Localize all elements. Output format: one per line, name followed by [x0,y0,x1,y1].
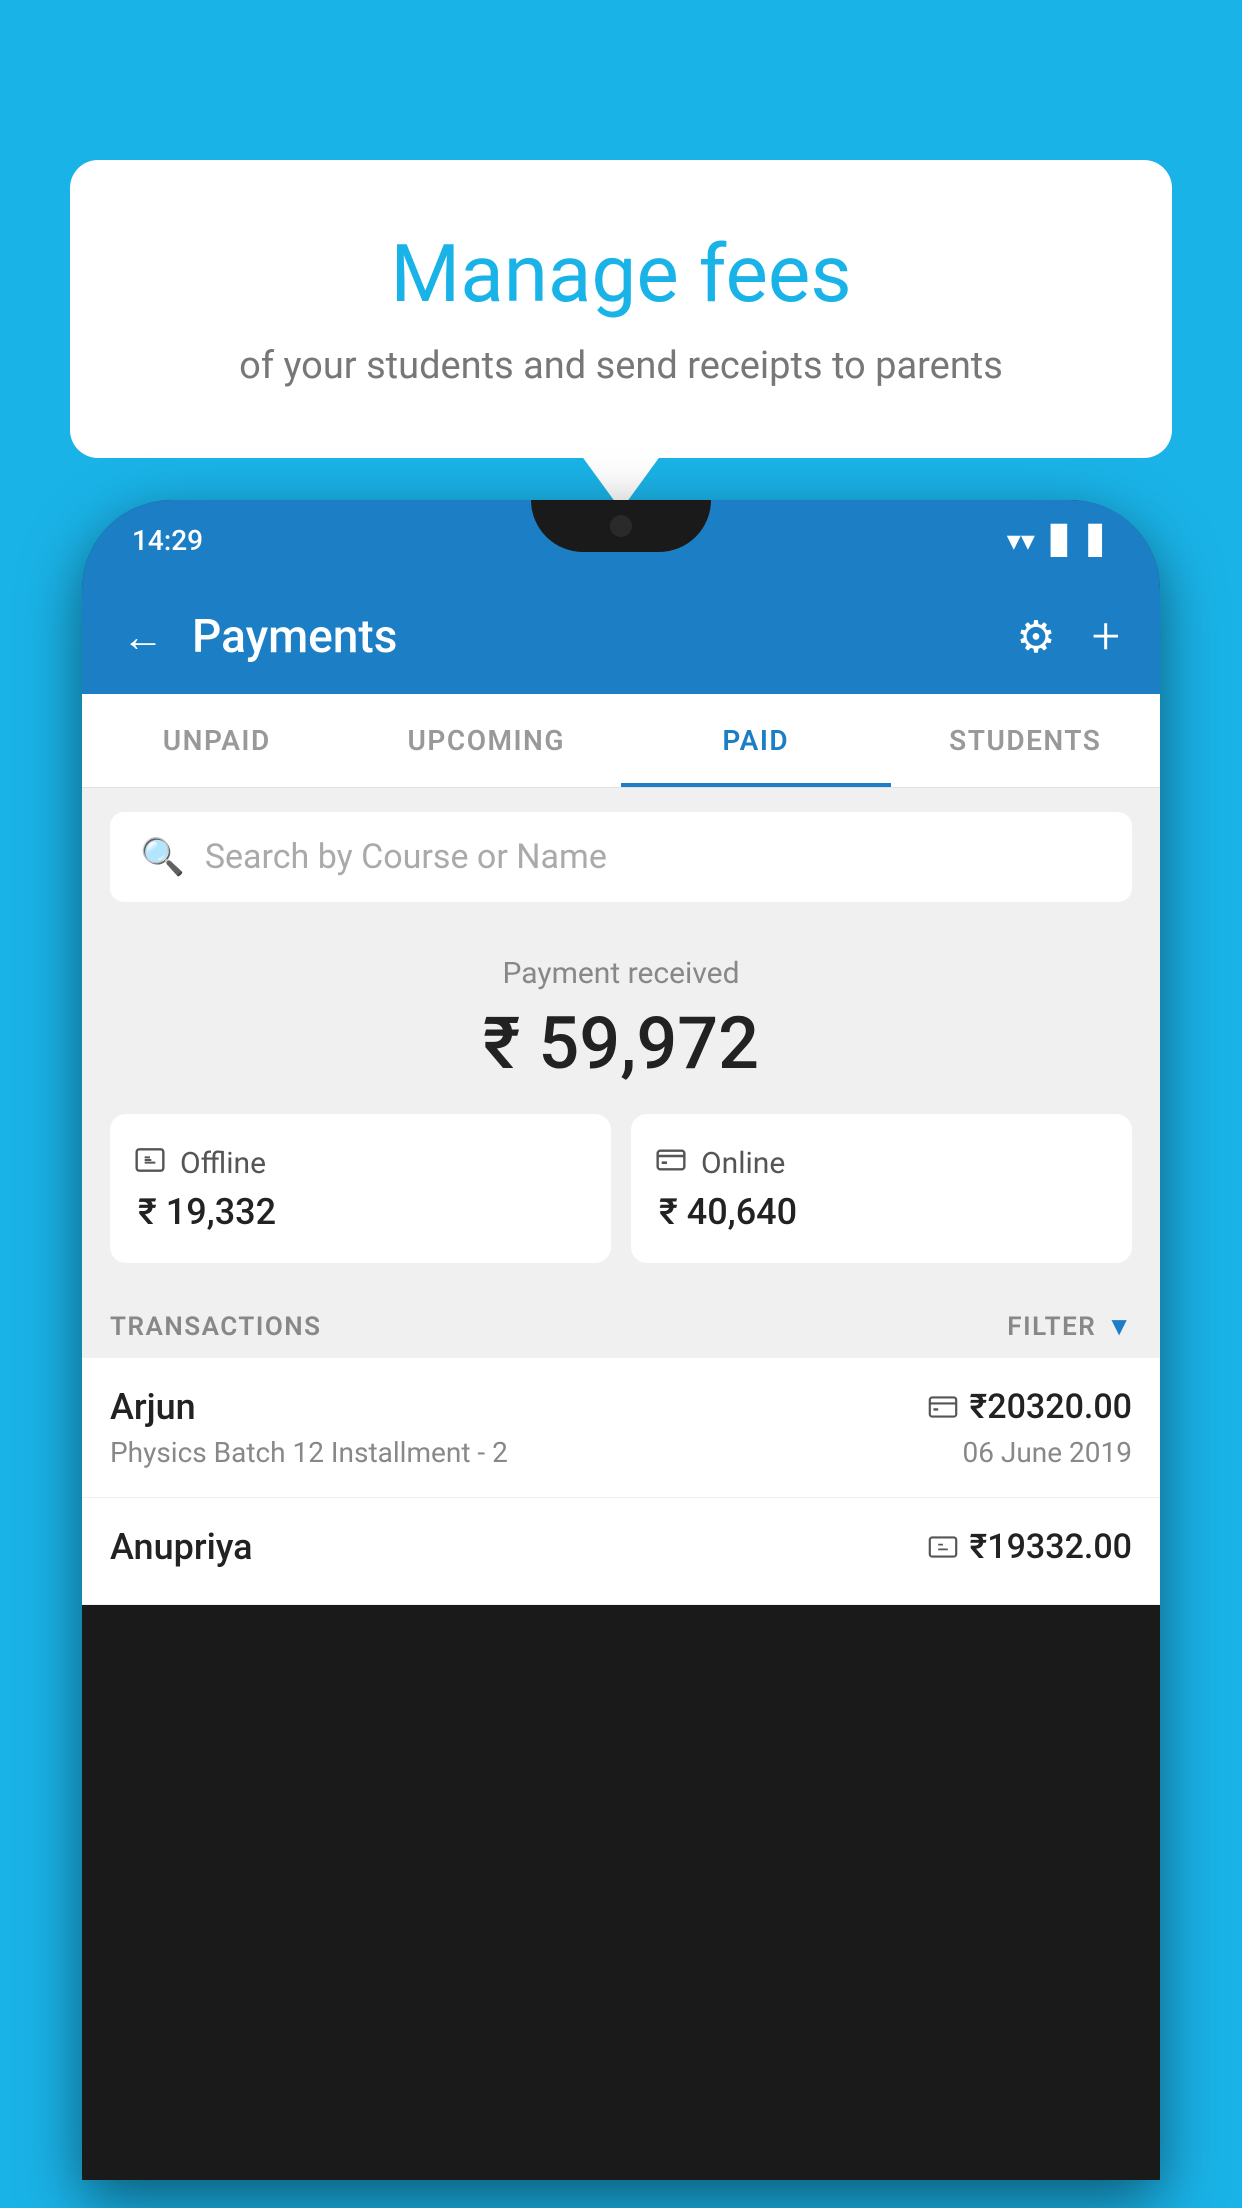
tabs-bar: UNPAID UPCOMING PAID STUDENTS [82,694,1160,788]
table-row[interactable]: Arjun ₹20320.00 Physics [82,1358,1160,1498]
background: Manage fees of your students and send re… [0,0,1242,2208]
offline-card-header: Offline [134,1144,266,1183]
transaction-amount-arjun: ₹20320.00 [928,1387,1132,1427]
wifi-icon: ▾▾ [1007,524,1035,557]
back-button[interactable]: ← [122,613,164,662]
status-icons: ▾▾ ▊ ▋ [1007,524,1110,557]
tab-paid[interactable]: PAID [621,694,891,787]
payment-cards: Offline ₹ 19,332 [110,1114,1132,1263]
status-bar: 14:29 ▾▾ ▊ ▋ [82,500,1160,580]
transaction-amount-anupriya: ₹19332.00 [928,1527,1132,1567]
bubble-subtitle: of your students and send receipts to pa… [130,340,1112,393]
app-header: ← Payments ⚙ + [82,580,1160,694]
transaction-amount-value-anupriya: ₹19332.00 [970,1527,1132,1567]
battery-icon: ▋ [1088,524,1110,557]
status-time: 14:29 [132,524,203,557]
online-label: Online [701,1146,785,1181]
phone-notch [531,500,711,552]
page-title: Payments [192,610,397,664]
transactions-header: TRANSACTIONS FILTER ▼ [82,1283,1160,1358]
filter-icon: ▼ [1106,1311,1132,1342]
header-actions: ⚙ + [1016,608,1120,666]
transactions-list: Arjun ₹20320.00 Physics [82,1358,1160,1605]
card-payment-icon [928,1395,958,1419]
transaction-top-arjun: Arjun ₹20320.00 [110,1386,1132,1428]
filter-group[interactable]: FILTER ▼ [1007,1311,1132,1342]
online-card-header: Online [655,1144,785,1183]
phone-frame: 14:29 ▾▾ ▊ ▋ ← Payments ⚙ [82,500,1160,2180]
search-input[interactable]: Search by Course or Name [205,837,607,877]
online-payment-card: Online ₹ 40,640 [631,1114,1132,1263]
speech-bubble: Manage fees of your students and send re… [70,160,1172,458]
camera [610,515,632,537]
transactions-label: TRANSACTIONS [110,1312,322,1342]
online-amount: ₹ 40,640 [655,1191,797,1233]
header-left: ← Payments [122,610,397,664]
transaction-name-arjun: Arjun [110,1386,196,1428]
cash-payment-icon [928,1535,958,1559]
settings-icon[interactable]: ⚙ [1016,611,1055,663]
offline-icon [134,1144,166,1176]
transaction-bottom-arjun: Physics Batch 12 Installment - 2 06 June… [110,1436,1132,1469]
transaction-name-anupriya: Anupriya [110,1526,253,1568]
tab-upcoming[interactable]: UPCOMING [352,694,622,787]
speech-bubble-container: Manage fees of your students and send re… [70,160,1172,458]
tab-unpaid[interactable]: UNPAID [82,694,352,787]
payment-summary: Payment received ₹ 59,972 [82,926,1160,1283]
signal-icon: ▊ [1051,524,1073,557]
tab-students[interactable]: STUDENTS [891,694,1161,787]
add-icon[interactable]: + [1092,608,1120,666]
online-icon [655,1144,687,1176]
transaction-course-arjun: Physics Batch 12 Installment - 2 [110,1436,508,1469]
filter-label: FILTER [1007,1312,1096,1342]
search-container: 🔍 Search by Course or Name [82,788,1160,926]
phone-wrapper: 14:29 ▾▾ ▊ ▋ ← Payments ⚙ [82,500,1160,2208]
offline-payment-card: Offline ₹ 19,332 [110,1114,611,1263]
offline-amount: ₹ 19,332 [134,1191,276,1233]
payment-received-label: Payment received [110,956,1132,991]
table-row[interactable]: Anupriya ₹19332.00 [82,1498,1160,1605]
transaction-amount-value-arjun: ₹20320.00 [970,1387,1132,1427]
app-content: 🔍 Search by Course or Name Payment recei… [82,788,1160,1605]
transaction-date-arjun: 06 June 2019 [962,1436,1132,1469]
bubble-title: Manage fees [130,230,1112,318]
search-icon: 🔍 [140,836,185,878]
offline-label: Offline [180,1146,266,1181]
transaction-top-anupriya: Anupriya ₹19332.00 [110,1526,1132,1568]
search-bar[interactable]: 🔍 Search by Course or Name [110,812,1132,902]
payment-total-amount: ₹ 59,972 [110,1001,1132,1086]
